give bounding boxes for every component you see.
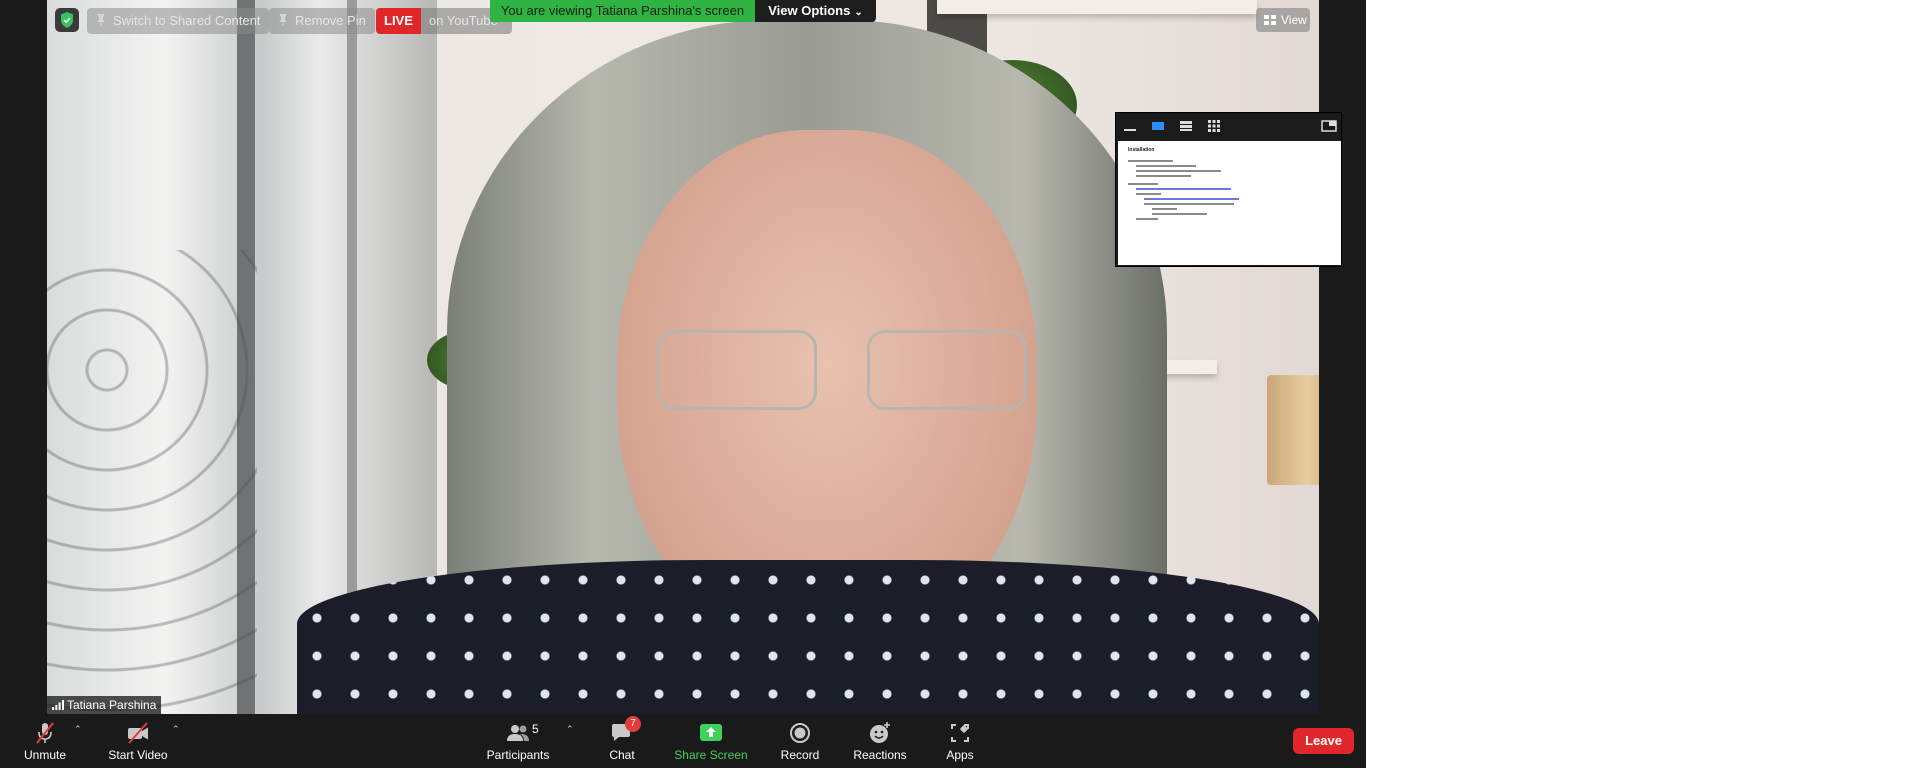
participant-video[interactable] — [47, 0, 1319, 714]
switch-to-shared-content-label: Switch to Shared Content — [113, 13, 261, 28]
participants-caret-icon[interactable]: ⌃ — [566, 724, 574, 735]
shared-document-preview: Installation — [1118, 141, 1341, 265]
view-options-button[interactable]: View Options ⌄ — [755, 0, 876, 22]
share-screen-icon — [700, 724, 722, 741]
apps-label: Apps — [946, 748, 974, 762]
view-options-label: View Options — [768, 3, 851, 18]
start-video-button[interactable]: Start Video — [106, 716, 170, 766]
remove-pin-label: Remove Pin — [295, 13, 366, 28]
chat-unread-badge: 7 — [625, 716, 641, 732]
gallery-view-icon[interactable] — [1207, 119, 1221, 133]
participants-icon — [507, 725, 529, 741]
doc-text-line — [1128, 160, 1173, 162]
leave-button[interactable]: Leave — [1293, 728, 1354, 754]
view-button[interactable]: View — [1256, 8, 1310, 32]
participants-button[interactable]: Participants — [484, 716, 552, 766]
record-button[interactable]: Record — [775, 716, 825, 766]
share-screen-label: Share Screen — [674, 748, 748, 762]
share-screen-button[interactable]: Share Screen — [674, 716, 748, 766]
doc-text-line — [1136, 193, 1161, 195]
participants-label: Participants — [486, 748, 550, 762]
chevron-down-icon: ⌄ — [854, 7, 863, 18]
apps-button[interactable]: Apps — [940, 716, 980, 766]
apps-icon — [951, 724, 969, 742]
doc-text-line — [1152, 213, 1207, 215]
reactions-button[interactable]: Reactions — [852, 716, 908, 766]
participant-name-tag: Tatiana Parshina — [47, 696, 162, 714]
viewing-screen-banner: You are viewing Tatiana Parshina's scree… — [490, 0, 755, 22]
doc-text-line — [1136, 170, 1221, 172]
doc-text-line — [1136, 175, 1191, 177]
unmute-button[interactable]: Unmute — [20, 716, 70, 766]
grid-view-icon — [1264, 15, 1276, 25]
doc-text-line — [1136, 165, 1196, 167]
switch-to-shared-content-button[interactable]: Switch to Shared Content — [87, 8, 270, 34]
minimize-icon[interactable] — [1123, 119, 1137, 133]
background-lamp — [1267, 375, 1319, 485]
remove-pin-button[interactable]: Remove Pin — [269, 8, 375, 34]
doc-link-line — [1144, 198, 1239, 200]
reactions-label: Reactions — [853, 748, 907, 762]
reactions-smiley-icon — [870, 722, 890, 743]
unmute-label: Unmute — [23, 748, 67, 762]
video-options-caret-icon[interactable]: ⌃ — [172, 724, 180, 735]
background-shelf — [937, 0, 1257, 14]
shared-screen-thumbnail[interactable]: Installation — [1115, 112, 1342, 267]
view-label: View — [1281, 13, 1307, 27]
participant-name: Tatiana Parshina — [67, 698, 157, 712]
doc-text-line — [1128, 183, 1158, 185]
pin-icon — [97, 14, 105, 26]
start-video-label: Start Video — [108, 748, 168, 762]
doc-text-line — [1152, 208, 1177, 210]
thumbnail-toolbar — [1116, 113, 1341, 139]
participants-count: 5 — [532, 722, 539, 736]
live-badge: LIVE — [376, 8, 421, 34]
record-icon — [790, 723, 810, 743]
live-destination: on YouTube — [428, 13, 498, 28]
chat-label: Chat — [609, 748, 635, 762]
microphone-muted-icon — [36, 722, 54, 744]
side-by-side-icon[interactable] — [1179, 119, 1193, 133]
record-label: Record — [780, 748, 820, 762]
video-camera-off-icon — [128, 722, 148, 744]
meeting-toolbar: Unmute ⌃ Start Video ⌃ Participants 5 ⌃ — [0, 714, 1366, 768]
security-shield-icon[interactable] — [55, 8, 79, 32]
person-shirt — [297, 560, 1319, 714]
doc-text-line — [1136, 218, 1158, 220]
speaker-view-icon[interactable] — [1151, 119, 1165, 133]
shared-document-title: Installation — [1128, 147, 1155, 153]
pin-icon — [279, 14, 287, 26]
signal-strength-icon — [52, 700, 64, 710]
audio-options-caret-icon[interactable]: ⌃ — [74, 724, 82, 735]
background-balcony-railing — [47, 250, 257, 714]
doc-link-line — [1136, 188, 1231, 190]
person-glasses — [657, 330, 1047, 420]
zoom-meeting-window: Switch to Shared Content Remove Pin LIVE… — [0, 0, 1366, 768]
doc-text-line — [1144, 203, 1234, 205]
pop-out-icon[interactable] — [1321, 119, 1337, 133]
